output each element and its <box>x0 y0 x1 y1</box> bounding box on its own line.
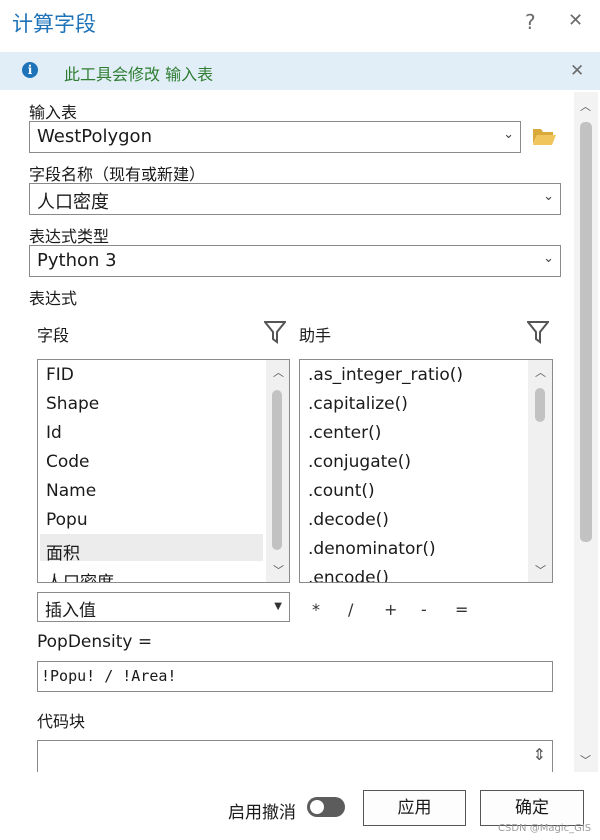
close-button[interactable]: ✕ <box>568 10 583 31</box>
apply-button[interactable]: 应用 <box>363 790 466 826</box>
chevron-up-icon[interactable]: ︿ <box>273 364 284 380</box>
list-item[interactable]: .encode() <box>308 568 389 582</box>
chevron-down-icon[interactable]: ﹀ <box>273 562 284 578</box>
list-item[interactable]: .as_integer_ratio() <box>308 365 463 385</box>
operator-plus-button[interactable]: + <box>384 600 397 619</box>
expression-type-label: 表达式类型 <box>29 227 110 246</box>
list-item[interactable]: 人口密度 <box>46 568 114 582</box>
filter-icon[interactable] <box>527 320 549 344</box>
enable-undo-label: 启用撤消 <box>228 803 296 823</box>
filter-icon[interactable] <box>264 320 286 344</box>
list-item[interactable]: Name <box>46 481 96 501</box>
info-message: 此工具会修改 输入表 <box>64 65 214 84</box>
helpers-scrollbar[interactable]: ︿ ﹀ <box>528 360 552 582</box>
chevron-down-icon[interactable]: ⌄ <box>543 189 554 204</box>
expression-label: 表达式 <box>29 289 78 308</box>
list-item[interactable]: .decode() <box>308 510 389 530</box>
field-name-combo[interactable]: 人口密度 ⌄ <box>29 183 561 215</box>
main-scrollbar[interactable]: ︿ ﹀ <box>574 92 598 772</box>
list-item[interactable]: Popu <box>46 510 88 530</box>
expand-icon[interactable]: ⇕ <box>533 745 546 764</box>
helpers-list[interactable]: .as_integer_ratio() .capitalize() .cente… <box>299 359 553 583</box>
scroll-thumb[interactable] <box>580 122 592 542</box>
scroll-thumb[interactable] <box>535 388 545 422</box>
folder-open-icon[interactable] <box>531 125 557 147</box>
input-table-label: 输入表 <box>29 103 78 122</box>
insert-value-label: 插入值 <box>45 601 96 621</box>
toggle-knob <box>310 800 324 814</box>
info-icon: i <box>22 62 38 78</box>
input-table-value: WestPolygon <box>37 126 152 147</box>
code-block-label: 代码块 <box>37 712 86 731</box>
operator-multiply-button[interactable]: * <box>312 600 320 619</box>
insert-value-dropdown[interactable]: 插入值 ▼ <box>37 592 290 622</box>
input-table-combo[interactable]: WestPolygon ⌄ <box>29 121 521 153</box>
expression-text: !Popu! / !Area! <box>41 667 177 685</box>
ok-button[interactable]: 确定 <box>480 790 584 826</box>
list-item[interactable]: 面积 <box>46 539 80 564</box>
helpers-header: 助手 <box>299 326 332 345</box>
info-close-button[interactable]: ✕ <box>570 61 584 81</box>
expression-type-combo[interactable]: Python 3 ⌄ <box>29 245 561 277</box>
operator-minus-button[interactable]: - <box>421 600 427 619</box>
list-item[interactable]: Id <box>46 423 62 443</box>
expression-textbox[interactable]: !Popu! / !Area! <box>37 661 553 692</box>
operator-equals-button[interactable]: = <box>455 600 468 619</box>
list-item[interactable]: .capitalize() <box>308 394 408 414</box>
expression-target-label: PopDensity = <box>37 632 153 652</box>
caret-down-icon[interactable]: ▼ <box>274 601 282 612</box>
list-item[interactable]: Shape <box>46 394 99 414</box>
dialog-title: 计算字段 <box>12 12 96 36</box>
chevron-up-icon[interactable]: ︿ <box>535 364 546 380</box>
fields-scrollbar[interactable]: ︿ ﹀ <box>266 360 289 582</box>
chevron-down-icon[interactable]: ﹀ <box>580 752 591 768</box>
chevron-up-icon[interactable]: ︿ <box>580 98 591 114</box>
list-item[interactable]: .denominator() <box>308 539 436 559</box>
help-button[interactable]: ? <box>525 10 536 34</box>
list-item[interactable]: Code <box>46 452 90 472</box>
field-name-label: 字段名称（现有或新建） <box>29 165 206 184</box>
fields-list[interactable]: FID Shape Id Code Name Popu 面积 人口密度 ︿ ﹀ <box>37 359 290 583</box>
scroll-thumb[interactable] <box>272 390 282 550</box>
list-item[interactable]: FID <box>46 365 74 385</box>
field-name-value: 人口密度 <box>37 192 109 213</box>
list-item[interactable]: .conjugate() <box>308 452 411 472</box>
list-item[interactable]: .count() <box>308 481 375 501</box>
chevron-down-icon[interactable]: ⌄ <box>543 251 554 266</box>
list-item[interactable]: .center() <box>308 423 381 443</box>
code-block-textbox[interactable]: ⇕ <box>37 740 553 772</box>
operator-divide-button[interactable]: / <box>348 600 353 619</box>
enable-undo-toggle[interactable] <box>307 797 345 817</box>
chevron-down-icon[interactable]: ﹀ <box>535 562 546 578</box>
chevron-down-icon[interactable]: ⌄ <box>503 127 514 142</box>
watermark: CSDN @Magic_GIS <box>498 823 592 834</box>
expression-type-value: Python 3 <box>37 250 117 271</box>
fields-header: 字段 <box>37 326 70 345</box>
